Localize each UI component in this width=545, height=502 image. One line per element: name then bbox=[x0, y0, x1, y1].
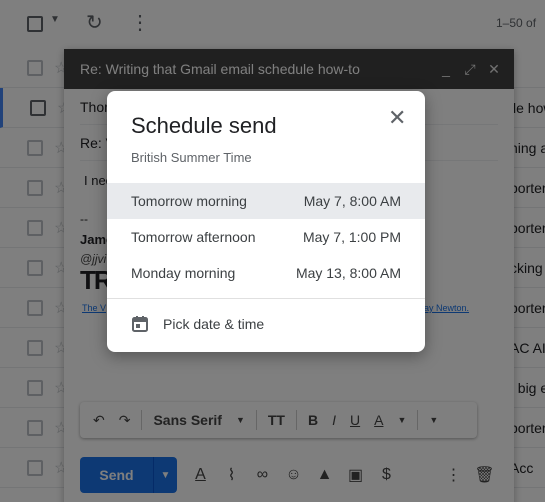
timezone-label: British Summer Time bbox=[131, 150, 252, 165]
dialog-divider bbox=[107, 298, 425, 299]
option-time: May 13, 8:00 AM bbox=[295, 265, 401, 281]
close-icon[interactable]: ✕ bbox=[388, 105, 406, 131]
option-time: May 7, 8:00 AM bbox=[303, 193, 401, 209]
option-label: Monday morning bbox=[131, 265, 236, 281]
schedule-option-monday-morning[interactable]: Monday morning May 13, 8:00 AM bbox=[107, 255, 425, 291]
dialog-title: Schedule send bbox=[131, 113, 277, 138]
pick-date-time-button[interactable]: Pick date & time bbox=[131, 315, 264, 333]
schedule-option-tomorrow-afternoon[interactable]: Tomorrow afternoon May 7, 1:00 PM bbox=[107, 219, 425, 255]
schedule-option-tomorrow-morning[interactable]: Tomorrow morning May 7, 8:00 AM bbox=[107, 183, 425, 219]
option-label: Tomorrow afternoon bbox=[131, 229, 256, 245]
option-label: Tomorrow morning bbox=[131, 193, 247, 209]
calendar-icon bbox=[131, 315, 149, 333]
option-time: May 7, 1:00 PM bbox=[302, 229, 401, 245]
pick-date-time-label: Pick date & time bbox=[163, 316, 265, 332]
schedule-send-dialog: Schedule send ✕ British Summer Time Tomo… bbox=[107, 91, 425, 352]
